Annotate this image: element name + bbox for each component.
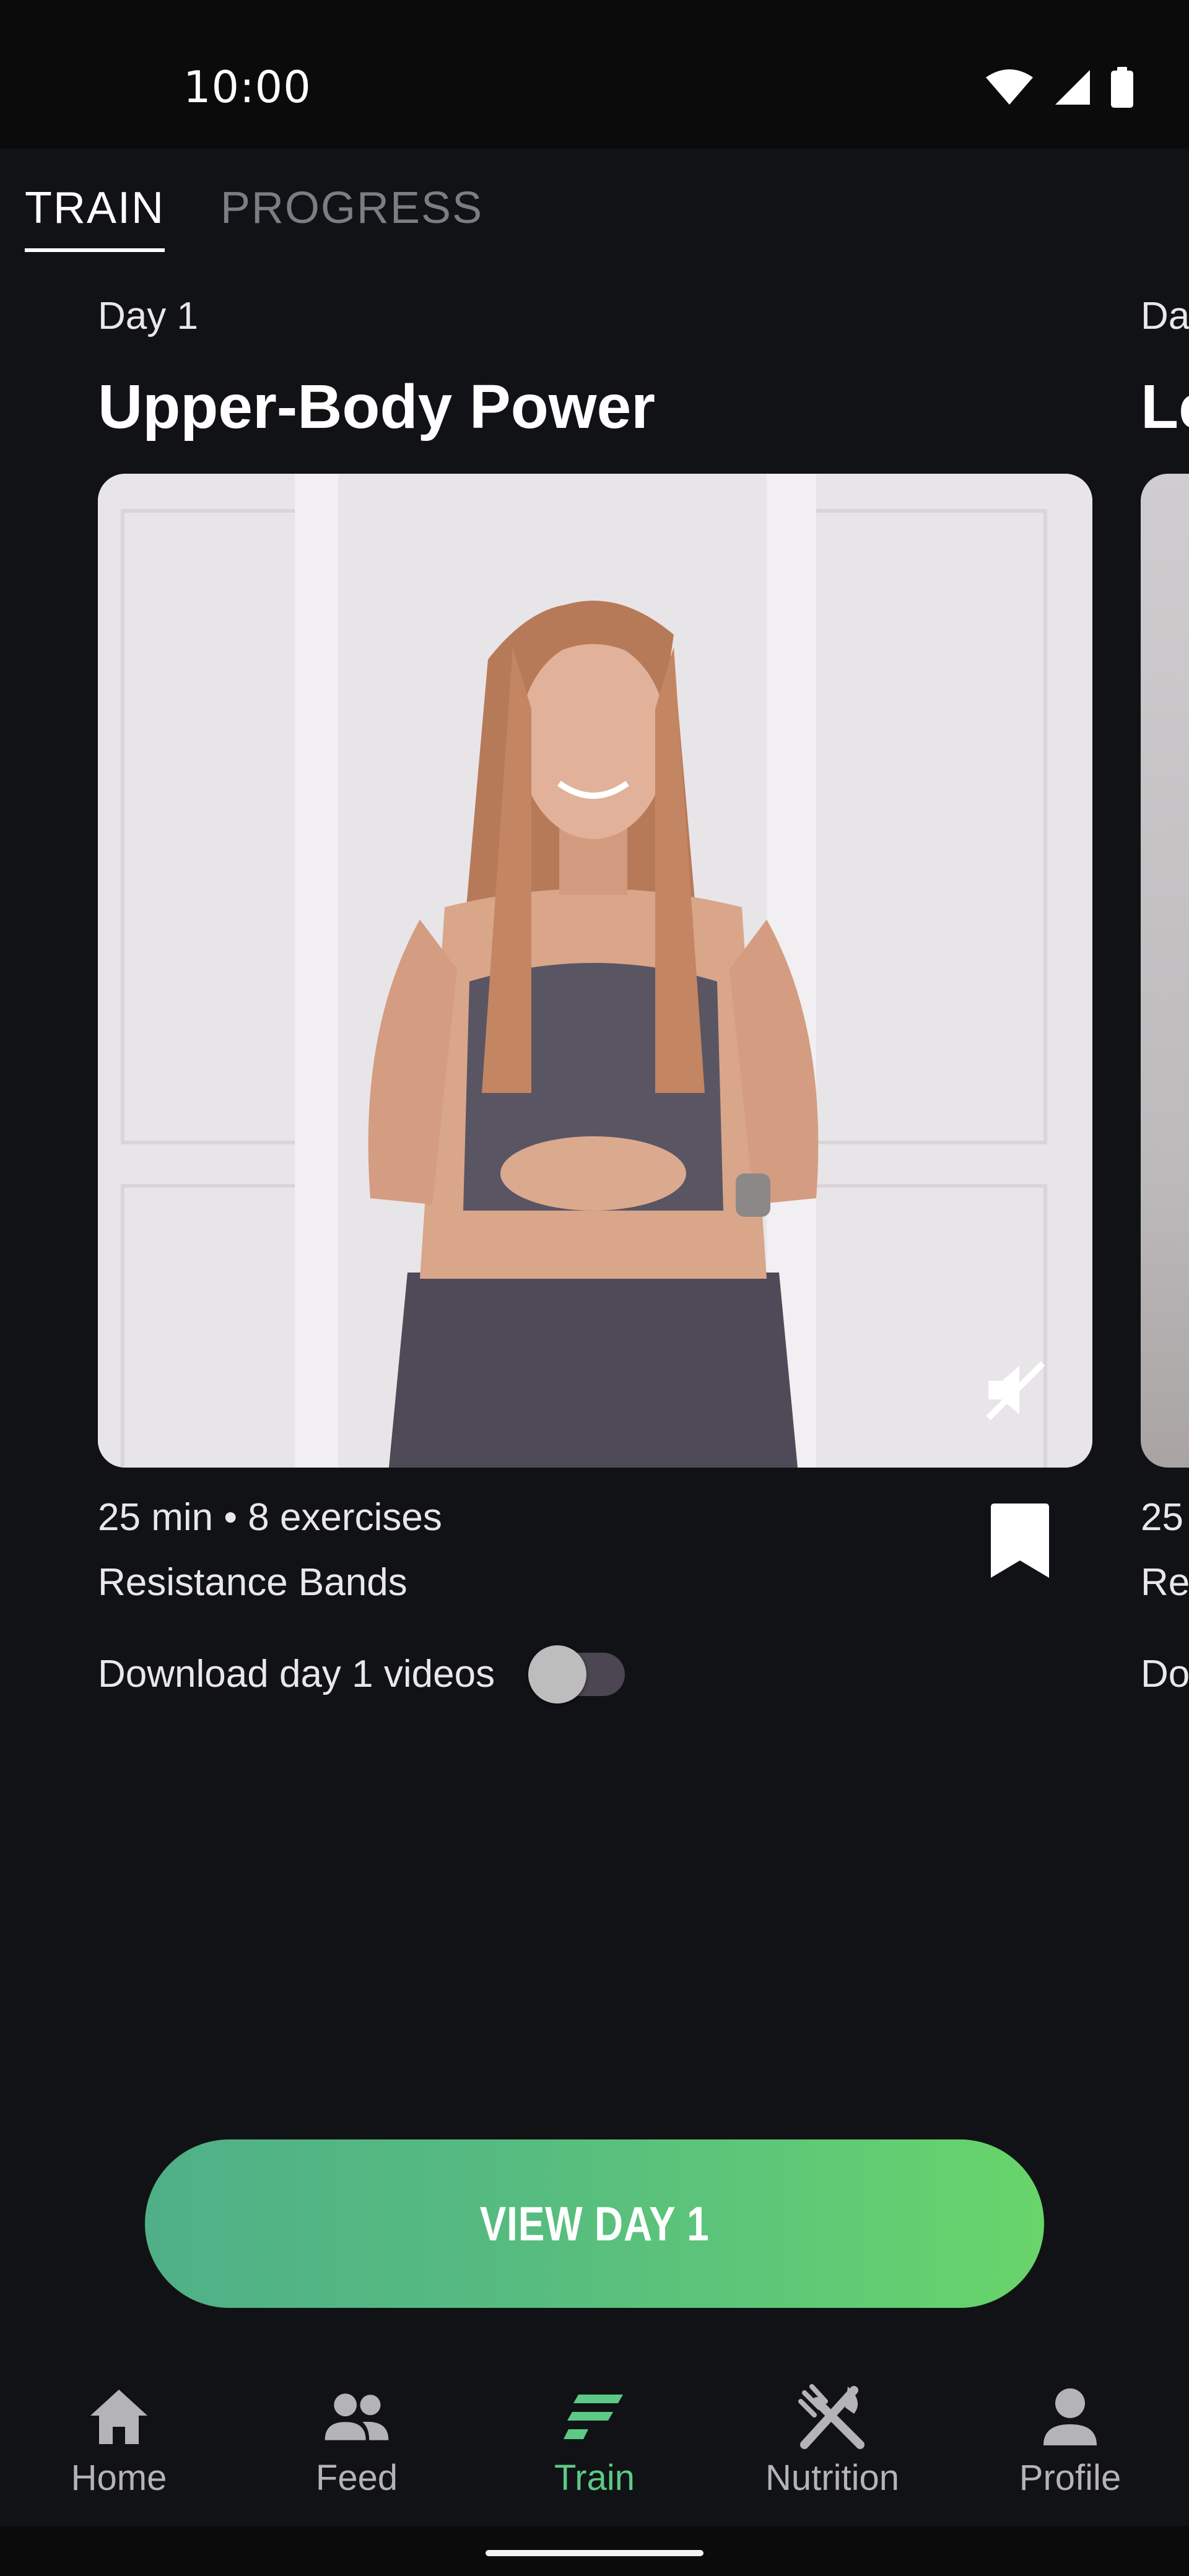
nav-profile-label: Profile [1019, 2458, 1121, 2498]
workout-duration: 25 min • 8 exercises [98, 1496, 442, 1539]
train-logo-icon [564, 2395, 623, 2439]
signal-icon [1055, 70, 1090, 105]
view-day-label: VIEW DAY 1 [479, 2196, 710, 2251]
workout-video[interactable] [98, 474, 1092, 1468]
next-card-video[interactable] [1141, 474, 1189, 1468]
next-card-day-label: Da [1141, 295, 1189, 337]
day-label: Day 1 [98, 295, 198, 337]
nav-home[interactable]: Home [0, 2365, 238, 2526]
volume-off-icon[interactable] [981, 1356, 1049, 1424]
download-toggle[interactable] [528, 1645, 625, 1704]
nav-home-label: Home [71, 2458, 167, 2498]
trainer-image [98, 474, 1092, 1468]
status-time: 10:00 [183, 62, 311, 113]
next-card-equipment: Re [1141, 1561, 1189, 1604]
tab-train[interactable]: TRAIN [25, 183, 165, 252]
battery-icon [1111, 67, 1133, 108]
nav-train-label: Train [554, 2458, 635, 2498]
status-icons [985, 67, 1135, 108]
home-indicator[interactable] [486, 2550, 703, 2556]
next-card-download-label: Do [1141, 1653, 1189, 1695]
download-label: Download day 1 videos [98, 1653, 495, 1695]
workout-equipment: Resistance Bands [98, 1561, 407, 1604]
view-day-button[interactable]: VIEW DAY 1 [145, 2139, 1044, 2308]
nav-profile[interactable]: Profile [951, 2365, 1189, 2526]
nav-nutrition[interactable]: Nutrition [713, 2365, 951, 2526]
tab-progress[interactable]: PROGRESS [220, 183, 483, 252]
people-icon [324, 2393, 389, 2440]
workout-title: Upper-Body Power [98, 372, 656, 442]
nav-train[interactable]: Train [476, 2365, 713, 2526]
nav-nutrition-label: Nutrition [765, 2458, 899, 2498]
toggle-knob [528, 1645, 587, 1704]
top-tabs: TRAIN PROGRESS [25, 183, 483, 252]
download-row: Download day 1 videos [98, 1645, 625, 1704]
nav-feed-label: Feed [315, 2458, 398, 2498]
status-bar: 10:00 [0, 0, 1189, 149]
home-icon [90, 2390, 147, 2444]
bookmark-icon[interactable] [991, 1503, 1049, 1578]
wifi-icon [986, 69, 1033, 105]
bottom-nav: Home Feed Train Nutrition Profile [0, 2365, 1189, 2526]
nav-feed[interactable]: Feed [238, 2365, 476, 2526]
next-card-duration: 25 [1141, 1496, 1183, 1539]
next-card-title: Le [1141, 372, 1189, 442]
fork-knife-icon [798, 2384, 865, 2449]
person-icon [1043, 2388, 1097, 2445]
